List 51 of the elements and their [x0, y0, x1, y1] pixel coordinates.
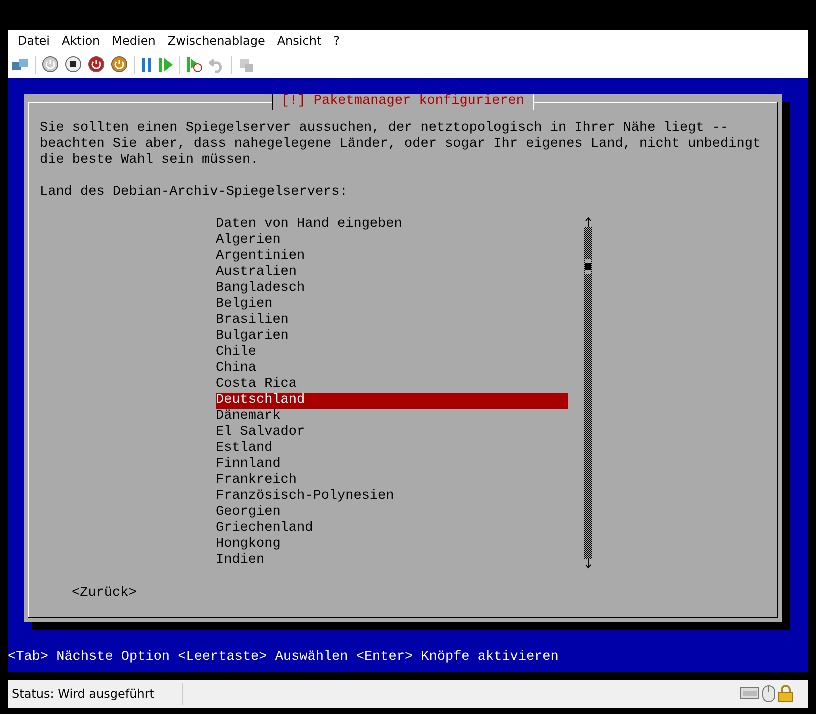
scrollbar-thumb[interactable]: [585, 263, 591, 270]
country-item[interactable]: Argentinien: [216, 249, 568, 265]
mouse-icon: [762, 685, 776, 703]
country-item[interactable]: Costa Rica: [216, 377, 568, 393]
country-item[interactable]: Algerien: [216, 233, 568, 249]
country-item[interactable]: Frankreich: [216, 473, 568, 489]
country-item[interactable]: Georgien: [216, 505, 568, 521]
scrollbar-track[interactable]: [584, 227, 592, 559]
description-line: beachten Sie aber, dass nahegelegene Länder, oder sogar Ihr eigenes Land, nicht unbedingt: [40, 137, 762, 153]
back-button[interactable]: <Zurück>: [72, 586, 137, 602]
menu-item[interactable]: Datei: [12, 34, 56, 48]
network-icon[interactable]: [11, 56, 29, 72]
up-arrow-icon[interactable]: [584, 217, 592, 227]
country-item[interactable]: Finnland: [216, 457, 568, 473]
stop-icon[interactable]: [65, 56, 82, 73]
keyboard-icon: [740, 685, 760, 701]
country-item[interactable]: Bulgarien: [216, 329, 568, 345]
country-item[interactable]: Brasilien: [216, 313, 568, 329]
dialog-title: [!] Paketmanager konfigurieren: [272, 94, 534, 110]
country-item[interactable]: Dänemark: [216, 409, 568, 425]
menu-item[interactable]: Ansicht: [271, 34, 328, 48]
menu-item[interactable]: Zwischenablage: [162, 34, 272, 48]
country-item[interactable]: China: [216, 361, 568, 377]
help-line: <Tab> Nächste Option <Leertaste> Auswählen <Enter> Knöpfe aktivieren: [8, 650, 560, 666]
power-icon[interactable]: [111, 56, 128, 73]
country-item[interactable]: Bangladesch: [216, 281, 568, 297]
country-item[interactable]: Französisch-Polynesien: [216, 489, 568, 505]
play-icon[interactable]: [159, 56, 173, 72]
menu-item[interactable]: ?: [328, 34, 346, 48]
country-item[interactable]: Australien: [216, 265, 568, 281]
pause-icon[interactable]: [141, 56, 153, 72]
country-item[interactable]: Griechenland: [216, 521, 568, 537]
description-line: Sie sollten einen Spiegelserver aussuchen, der netztopologisch in Ihrer Nähe liegt --: [40, 121, 730, 137]
status-text: Status: Wird ausgeführt: [8, 683, 183, 705]
prompt-label: Land des Debian-Archiv-Spiegelservers:: [40, 185, 349, 201]
country-item[interactable]: Indien: [216, 553, 568, 569]
lock-icon: [778, 685, 794, 703]
power-icon[interactable]: [88, 56, 105, 73]
down-arrow-icon[interactable]: [584, 559, 592, 569]
country-item[interactable]: Estland: [216, 441, 568, 457]
country-item[interactable]: Hongkong: [216, 537, 568, 553]
country-item[interactable]: Deutschland: [216, 393, 568, 409]
description-line: die beste Wahl sein müssen.: [40, 153, 260, 169]
menu-item[interactable]: Aktion: [56, 34, 106, 48]
checkpoint-icon[interactable]: [186, 56, 203, 73]
menu-item[interactable]: Medien: [106, 34, 162, 48]
power-icon[interactable]: [42, 56, 59, 73]
country-item[interactable]: Daten von Hand eingeben: [216, 217, 568, 233]
country-item[interactable]: Belgien: [216, 297, 568, 313]
country-item[interactable]: Chile: [216, 345, 568, 361]
country-item[interactable]: El Salvador: [216, 425, 568, 441]
